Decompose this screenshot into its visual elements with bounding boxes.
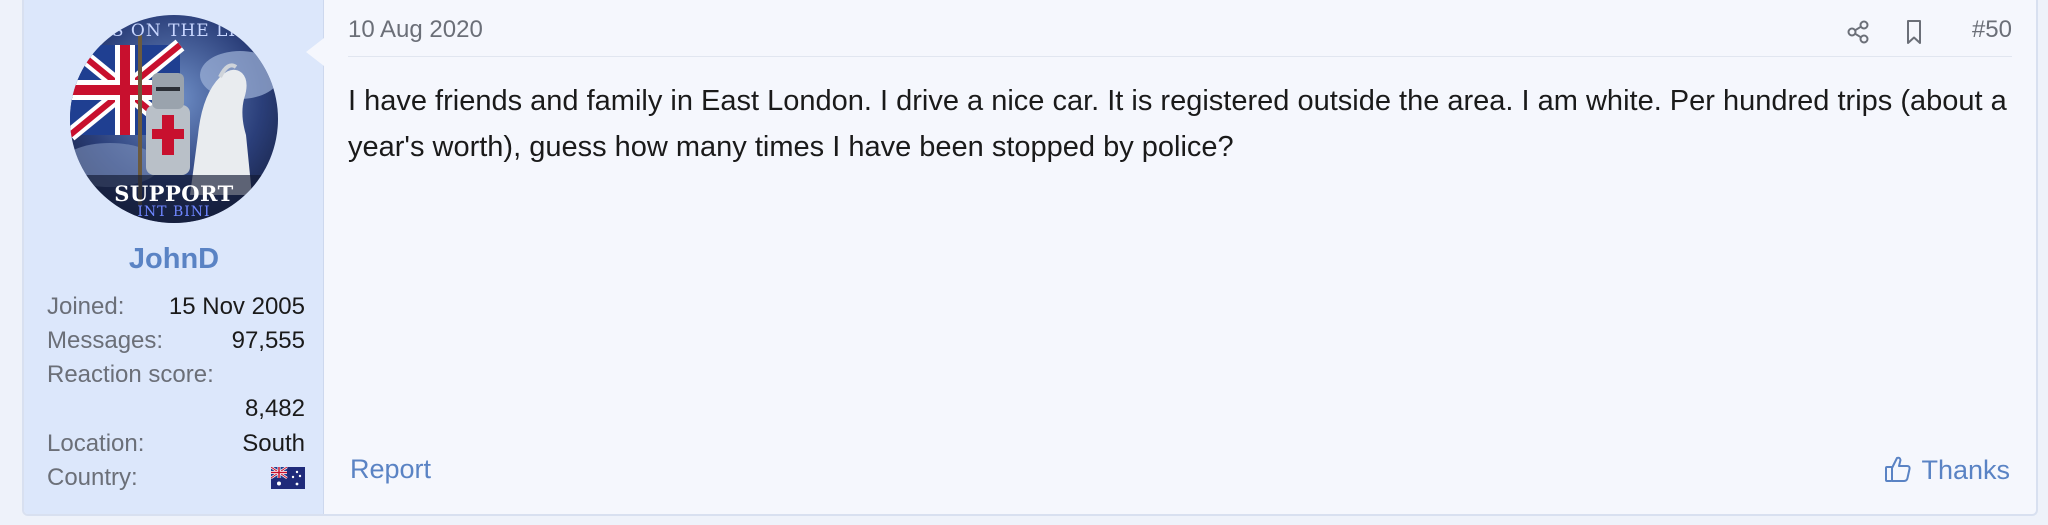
avatar-caption-top: S ON THE LI [111,21,237,41]
post-header: 10 Aug 2020 #50 [348,12,2012,57]
user-sidebar: S ON THE LI SUPPORT INT BINI JohnD Joine… [24,0,324,514]
post-message-body: I have friends and family in East London… [348,85,2007,163]
info-label: Reaction score: [47,361,214,388]
post-main: 10 Aug 2020 #50 I have friends and famil… [324,0,2036,514]
report-link[interactable]: Report [350,454,431,485]
info-row-reaction-score-value: 8,482 [47,392,305,426]
thumbs-up-icon [1885,456,1912,482]
info-row-reaction-score: Reaction score: [47,358,305,392]
avatar[interactable]: S ON THE LI SUPPORT INT BINI [70,15,278,223]
sidebar-arrow [306,38,324,66]
avatar-caption-bottom-secondary: INT BINI [137,204,211,220]
info-label: Messages: [47,327,164,354]
share-icon[interactable] [1844,18,1872,46]
australia-flag-icon [271,467,305,489]
thanks-label: Thanks [1921,455,2010,485]
info-row-country: Country: [47,461,305,495]
info-value: 8,482 [244,395,305,422]
info-label: Joined: [47,293,125,320]
forum-post: S ON THE LI SUPPORT INT BINI JohnD Joine… [22,0,2038,516]
info-row-location: Location: South [47,427,305,461]
post-footer: Report Thanks [348,450,2012,490]
info-value[interactable]: 97,555 [232,324,305,358]
thanks-button[interactable]: Thanks [1883,452,2010,488]
info-label: Country: [47,464,138,491]
info-row-messages: Messages: 97,555 [47,324,305,358]
avatar-caption-bottom: SUPPORT [114,181,234,206]
info-label: Location: [47,430,145,457]
info-row-joined: Joined: 15 Nov 2005 [47,290,305,324]
bookmark-icon[interactable] [1900,18,1928,46]
post-date-link[interactable]: 10 Aug 2020 [348,16,483,44]
username-link[interactable]: JohnD [24,243,324,276]
info-value[interactable]: South [242,427,305,461]
post-number-link[interactable]: #50 [1972,16,2012,44]
info-value: 15 Nov 2005 [168,293,305,320]
